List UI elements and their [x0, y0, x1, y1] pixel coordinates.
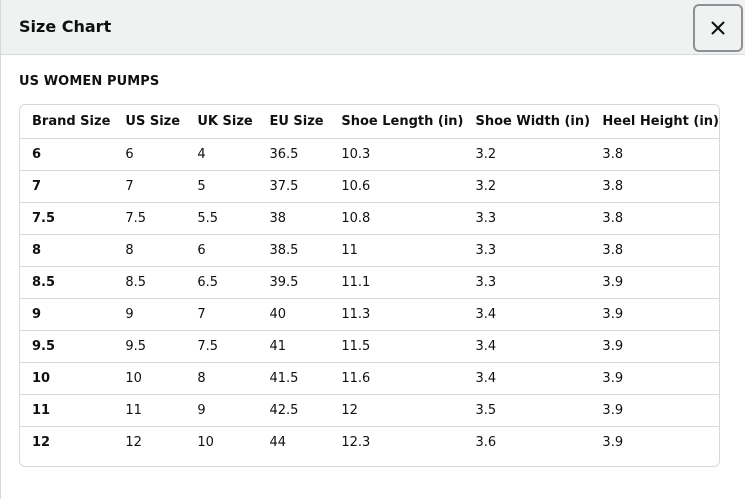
cell-brand-size: 8	[20, 234, 114, 267]
cell-shoe-length: 11	[329, 234, 464, 267]
cell-uk-size: 7	[185, 298, 258, 331]
cell-shoe-length: 11.1	[329, 266, 464, 299]
cell-heel-height: 3.9	[590, 394, 719, 427]
cell-shoe-width: 3.6	[475, 434, 497, 450]
cell-eu-size: 44	[269, 434, 286, 450]
table-row: 6 6 4 36.5 10.3 3.2 3.8	[20, 138, 719, 171]
cell-brand-size: 9.5	[20, 330, 114, 363]
table-body: 6 6 4 36.5 10.3 3.2 3.8 7 7 5 37.5 10.6 3.2 3.8 7.5 7.5…	[20, 138, 719, 458]
modal-title: Size Chart	[19, 17, 112, 36]
cell-us-size: 9	[113, 298, 186, 331]
table-row: 12 12 10 44 12.3 3.6 3.9	[20, 426, 719, 458]
cell-shoe-length: 12.3	[341, 434, 371, 450]
cell-shoe-width: 3.2	[463, 170, 591, 203]
cell-us-size: 8	[113, 234, 186, 267]
table-row: 8.5 8.5 6.5 39.5 11.1 3.3 3.9	[20, 266, 719, 299]
cell-heel-height: 3.9	[602, 434, 624, 450]
cell-shoe-length: 10.6	[329, 170, 464, 203]
cell-shoe-width: 3.4	[463, 362, 591, 395]
cell-us-size: 6	[113, 138, 186, 171]
table-row: 7 7 5 37.5 10.6 3.2 3.8	[20, 170, 719, 203]
cell-shoe-width: 3.5	[463, 394, 591, 427]
cell-brand-size: 12	[32, 434, 51, 450]
column-header-eu-size: EU Size	[257, 105, 330, 139]
table-row: 11 11 9 42.5 12 3.5 3.9	[20, 394, 719, 427]
cell-brand-size: 6	[20, 138, 114, 171]
cell-us-size: 11	[113, 394, 186, 427]
cell-eu-size: 37.5	[257, 170, 330, 203]
table-row: 10 10 8 41.5 11.6 3.4 3.9	[20, 362, 719, 395]
cell-eu-size: 41	[257, 330, 330, 363]
column-header-shoe-width: Shoe Width (in)	[463, 105, 591, 139]
cell-eu-size: 41.5	[257, 362, 330, 395]
cell-shoe-width: 3.3	[463, 234, 591, 267]
close-button[interactable]	[693, 4, 743, 52]
cell-shoe-length: 11.6	[329, 362, 464, 395]
cell-heel-height: 3.9	[590, 298, 719, 331]
cell-shoe-width: 3.2	[463, 138, 591, 171]
table-row: 7.5 7.5 5.5 38 10.8 3.3 3.8	[20, 202, 719, 235]
size-chart-modal: Size Chart US WOMEN PUMPS Brand Size US …	[0, 0, 745, 499]
cell-brand-size: 10	[20, 362, 114, 395]
cell-us-size: 7	[113, 170, 186, 203]
cell-heel-height: 3.8	[590, 234, 719, 267]
cell-uk-size: 10	[197, 434, 214, 450]
cell-brand-size: 8.5	[20, 266, 114, 299]
cell-uk-size: 7.5	[185, 330, 258, 363]
cell-eu-size: 38	[257, 202, 330, 235]
table-row: 9.5 9.5 7.5 41 11.5 3.4 3.9	[20, 330, 719, 363]
cell-brand-size: 7.5	[20, 202, 114, 235]
cell-heel-height: 3.8	[590, 138, 719, 171]
column-header-brand-size: Brand Size	[20, 105, 114, 139]
cell-us-size: 7.5	[113, 202, 186, 235]
cell-us-size: 8.5	[113, 266, 186, 299]
cell-shoe-length: 10.3	[329, 138, 464, 171]
cell-uk-size: 4	[185, 138, 258, 171]
cell-heel-height: 3.9	[590, 266, 719, 299]
close-icon	[711, 21, 725, 35]
cell-us-size: 12	[125, 434, 142, 450]
cell-uk-size: 5	[185, 170, 258, 203]
column-header-shoe-length: Shoe Length (in)	[329, 105, 464, 139]
size-table-container: Brand Size US Size UK Size EU Size Shoe …	[19, 104, 720, 467]
cell-uk-size: 9	[185, 394, 258, 427]
cell-eu-size: 39.5	[257, 266, 330, 299]
cell-us-size: 9.5	[113, 330, 186, 363]
cell-shoe-width: 3.3	[463, 266, 591, 299]
cell-eu-size: 40	[257, 298, 330, 331]
table-row: 9 9 7 40 11.3 3.4 3.9	[20, 298, 719, 331]
cell-shoe-width: 3.3	[463, 202, 591, 235]
cell-shoe-width: 3.4	[463, 330, 591, 363]
cell-heel-height: 3.8	[590, 202, 719, 235]
table-row: 8 8 6 38.5 11 3.3 3.8	[20, 234, 719, 267]
cell-brand-size: 7	[20, 170, 114, 203]
cell-uk-size: 6	[185, 234, 258, 267]
cell-us-size: 10	[113, 362, 186, 395]
cell-brand-size: 9	[20, 298, 114, 331]
column-header-us-size: US Size	[113, 105, 186, 139]
cell-uk-size: 5.5	[185, 202, 258, 235]
cell-brand-size: 11	[20, 394, 114, 427]
section-title: US WOMEN PUMPS	[19, 74, 160, 89]
cell-shoe-width: 3.4	[463, 298, 591, 331]
cell-heel-height: 3.8	[590, 170, 719, 203]
table-header-row: Brand Size US Size UK Size EU Size Shoe …	[20, 105, 719, 139]
cell-uk-size: 8	[185, 362, 258, 395]
column-header-heel-height: Heel Height (in)	[590, 105, 719, 139]
cell-shoe-length: 10.8	[329, 202, 464, 235]
cell-shoe-length: 11.3	[329, 298, 464, 331]
cell-shoe-length: 11.5	[329, 330, 464, 363]
cell-heel-height: 3.9	[590, 330, 719, 363]
column-header-uk-size: UK Size	[185, 105, 258, 139]
cell-eu-size: 38.5	[257, 234, 330, 267]
size-table: Brand Size US Size UK Size EU Size Shoe …	[20, 105, 719, 458]
cell-eu-size: 36.5	[257, 138, 330, 171]
cell-uk-size: 6.5	[185, 266, 258, 299]
modal-header: Size Chart	[1, 0, 745, 55]
cell-heel-height: 3.9	[590, 362, 719, 395]
cell-shoe-length: 12	[329, 394, 464, 427]
cell-eu-size: 42.5	[257, 394, 330, 427]
